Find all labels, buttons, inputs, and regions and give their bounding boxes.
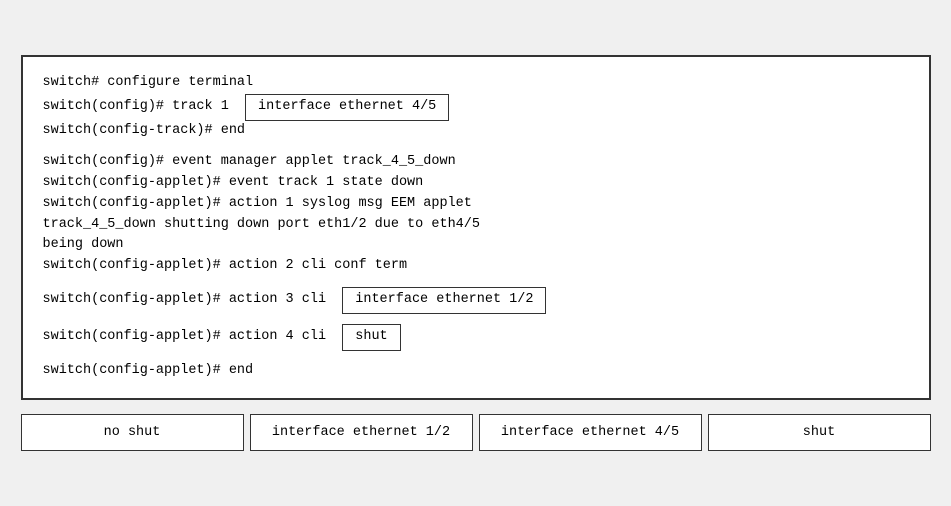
bottom-button[interactable]: interface ethernet 1/2 — [250, 414, 473, 451]
bottom-bar: no shutinterface ethernet 1/2interface e… — [21, 414, 931, 451]
blank-line — [43, 277, 909, 287]
bottom-button[interactable]: shut — [708, 414, 931, 451]
terminal-line: switch(config-applet)# action 1 syslog m… — [43, 194, 909, 215]
inline-command-box: interface ethernet 1/2 — [342, 287, 546, 314]
terminal-line: switch(config-track)# end — [43, 121, 909, 142]
bottom-button[interactable]: no shut — [21, 414, 244, 451]
terminal-line-with-box: switch(config-applet)# action 3 cli inte… — [43, 287, 909, 314]
inline-command-box: shut — [342, 324, 400, 351]
terminal-line: switch# configure terminal — [43, 73, 909, 94]
terminal-line: being down — [43, 235, 909, 256]
terminal-line-with-box: switch(config-applet)# action 4 cli shut — [43, 324, 909, 351]
terminal-line: switch(config)# event manager applet tra… — [43, 152, 909, 173]
terminal-prefix: switch(config)# track 1 — [43, 97, 246, 118]
blank-line — [43, 142, 909, 152]
terminal-line: track_4_5_down shutting down port eth1/2… — [43, 215, 909, 236]
blank-line — [43, 314, 909, 324]
blank-line — [43, 351, 909, 361]
terminal-prefix: switch(config-applet)# action 4 cli — [43, 327, 343, 348]
terminal-line: switch(config-applet)# action 2 cli conf… — [43, 256, 909, 277]
inline-command-box: interface ethernet 4/5 — [245, 94, 449, 121]
terminal-line-with-box: switch(config)# track 1 interface ethern… — [43, 94, 909, 121]
bottom-button[interactable]: interface ethernet 4/5 — [479, 414, 702, 451]
terminal-container: switch# configure terminalswitch(config)… — [21, 55, 931, 400]
terminal-line: switch(config-applet)# event track 1 sta… — [43, 173, 909, 194]
terminal-line: switch(config-applet)# end — [43, 361, 909, 382]
terminal-prefix: switch(config-applet)# action 3 cli — [43, 290, 343, 311]
